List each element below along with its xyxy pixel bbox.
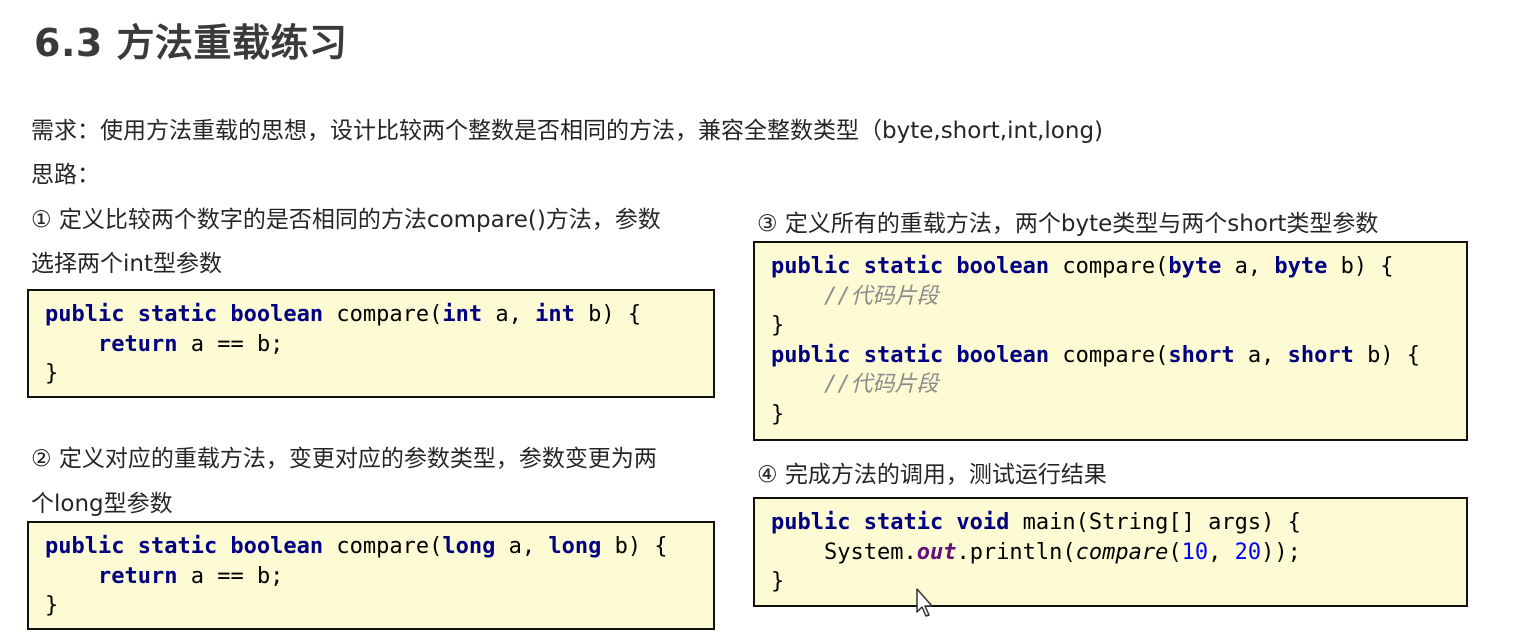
mouse-pointer-icon [916,588,936,622]
code-line: } [771,569,785,594]
approach-label: 思路： [31,162,100,188]
slide-title: 6.3 方法重载练习 [34,21,348,65]
code-line: public static boolean compare(int a, int… [45,302,642,327]
code-line: public static boolean compare(byte a, by… [771,254,1394,279]
code-line: public static boolean compare(long a, lo… [45,534,668,559]
code-line: } [45,361,59,386]
code-block-int: public static boolean compare(int a, int… [27,289,715,398]
code-line: System.out.println(compare(10, 20)); [823,539,1301,565]
step-3-line-1: ③ 定义所有的重载方法，两个byte类型与两个short类型参数 [757,211,1379,237]
code-line: return a == b; [97,563,284,589]
code-line: } [771,313,785,338]
code-line: public static void main(String[] args) { [771,510,1301,535]
requirement-text: 需求：使用方法重载的思想，设计比较两个整数是否相同的方法，兼容全整数类型（byt… [31,118,1104,144]
step-4-line-1: ④ 完成方法的调用，测试运行结果 [757,462,1107,488]
step-1-line-2: 选择两个int型参数 [31,251,222,277]
step-2-line-1: ② 定义对应的重载方法，变更对应的参数类型，参数变更为两 [31,446,657,472]
code-block-long: public static boolean compare(long a, lo… [27,521,715,630]
code-line: } [45,593,59,618]
code-line: //代码片段 [823,283,939,309]
code-line: return a == b; [97,331,284,357]
step-2-line-2: 个long型参数 [31,491,173,517]
code-block-main: public static void main(String[] args) {… [753,497,1468,607]
code-block-byte-short: public static boolean compare(byte a, by… [753,241,1468,441]
code-line: //代码片段 [823,372,939,397]
code-line: } [771,401,785,427]
step-1-line-1: ① 定义比较两个数字的是否相同的方法compare()方法，参数 [31,207,661,233]
code-line: public static boolean compare(short a, s… [771,342,1421,368]
